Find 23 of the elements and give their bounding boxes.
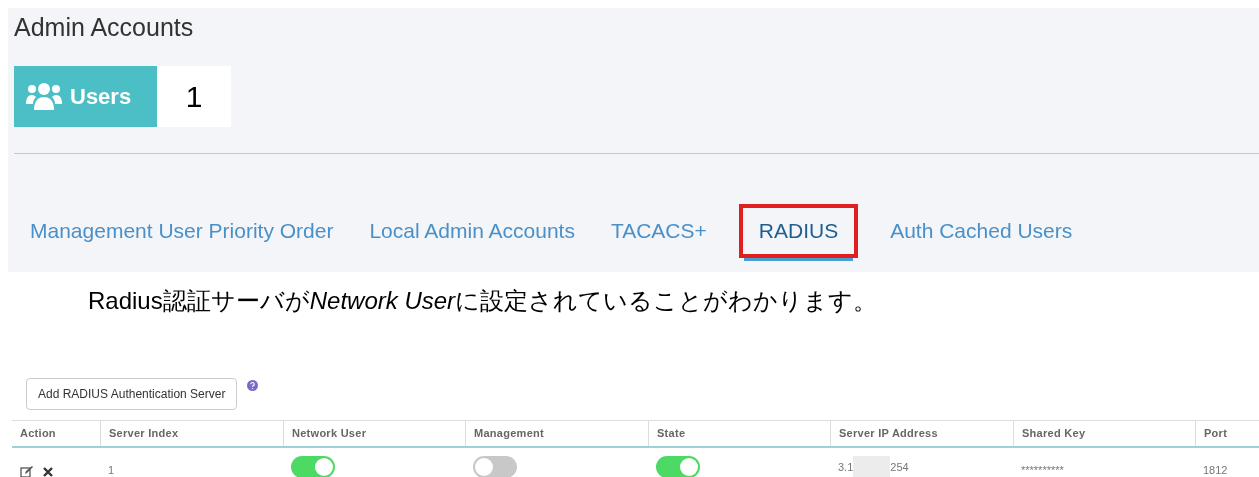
column-header: Action bbox=[20, 426, 56, 442]
table-cell-text: 1812 bbox=[1203, 462, 1228, 477]
column-header: Server Index bbox=[109, 426, 179, 442]
column-header: Port bbox=[1204, 426, 1228, 442]
users-label: Users bbox=[70, 83, 132, 111]
table-cell-text: ********** bbox=[1021, 462, 1064, 477]
table-cell-text: 1 bbox=[108, 462, 115, 477]
ip-address-text: 3.1 bbox=[838, 459, 854, 475]
column-header: Management bbox=[474, 426, 544, 442]
users-count: 1 bbox=[185, 79, 203, 115]
column-header: Server IP Address bbox=[839, 426, 938, 442]
tab[interactable]: Management User Priority Order bbox=[26, 204, 338, 258]
column-header: Shared Key bbox=[1022, 426, 1086, 442]
column-header: State bbox=[657, 426, 686, 442]
tab[interactable]: Auth Cached Users bbox=[886, 204, 1077, 258]
page-title: Admin Accounts bbox=[14, 12, 195, 42]
tab[interactable]: TACACS+ bbox=[606, 204, 711, 258]
ip-address-text: 254 bbox=[890, 459, 909, 475]
tab[interactable]: Local Admin Accounts bbox=[365, 204, 579, 258]
caption: Radius認証サーバがNetwork Userに設定されていることがわかります。 bbox=[88, 286, 879, 316]
column-header: Network User bbox=[292, 426, 367, 442]
tab[interactable]: RADIUS bbox=[738, 204, 859, 258]
add-server-button[interactable]: Add RADIUS Authentication Server bbox=[26, 378, 238, 410]
